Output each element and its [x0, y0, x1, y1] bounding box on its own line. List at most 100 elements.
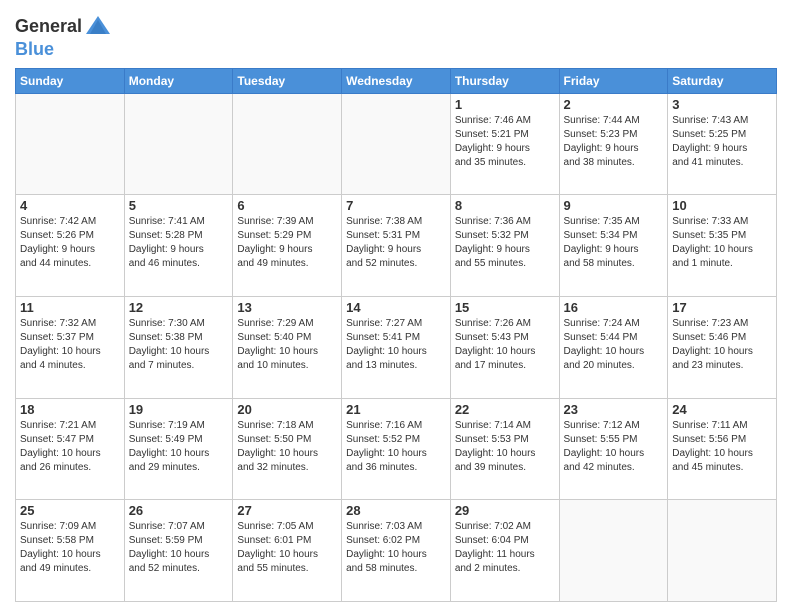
calendar-week-row: 4Sunrise: 7:42 AM Sunset: 5:26 PM Daylig… [16, 195, 777, 297]
calendar-cell: 28Sunrise: 7:03 AM Sunset: 6:02 PM Dayli… [342, 500, 451, 602]
day-info: Sunrise: 7:38 AM Sunset: 5:31 PM Dayligh… [346, 215, 446, 271]
column-header-saturday: Saturday [668, 68, 777, 93]
calendar-cell: 12 Sunrise: 7:30 AM Sunset: 5:38 PM Dayli… [124, 297, 233, 399]
day-info: Sunrise: 7:21 AM Sunset: 5:47 PM Dayligh… [20, 419, 120, 475]
day-info: Sunrise: 7:24 AM Sunset: 5:44 PM Dayligh… [564, 317, 664, 373]
calendar-cell: 2 Sunrise: 7:44 AM Sunset: 5:23 PM Daylig… [559, 93, 668, 195]
day-info: Sunrise: 7:07 AM Sunset: 5:59 PM Dayligh… [129, 520, 229, 576]
day-info: Sunrise: 7:14 AM Sunset: 5:53 PM Dayligh… [455, 419, 555, 475]
column-header-tuesday: Tuesday [233, 68, 342, 93]
day-info: Sunrise: 7:19 AM Sunset: 5:49 PM Dayligh… [129, 419, 229, 475]
calendar-cell [342, 93, 451, 195]
day-number: 17 [672, 300, 772, 315]
day-info: Sunrise: 7:46 AM Sunset: 5:21 PM Dayligh… [455, 114, 555, 170]
day-info: Sunrise: 7:39 AM Sunset: 5:29 PM Dayligh… [237, 215, 337, 271]
day-info: Sunrise: 7:33 AM Sunset: 5:35 PM Dayligh… [672, 215, 772, 271]
calendar-cell [559, 500, 668, 602]
column-header-wednesday: Wednesday [342, 68, 451, 93]
calendar-cell [668, 500, 777, 602]
column-header-friday: Friday [559, 68, 668, 93]
calendar-header-row: SundayMondayTuesdayWednesdayThursdayFrid… [16, 68, 777, 93]
calendar-table: SundayMondayTuesdayWednesdayThursdayFrid… [15, 68, 777, 602]
calendar-cell: 26 Sunrise: 7:07 AM Sunset: 5:59 PM Dayli… [124, 500, 233, 602]
day-info: Sunrise: 7:18 AM Sunset: 5:50 PM Dayligh… [237, 419, 337, 475]
day-number: 19 [129, 402, 229, 417]
day-number: 12 [129, 300, 229, 315]
calendar-week-row: 1 Sunrise: 7:46 AM Sunset: 5:21 PM Daylig… [16, 93, 777, 195]
day-info: Sunrise: 7:11 AM Sunset: 5:56 PM Dayligh… [672, 419, 772, 475]
column-header-monday: Monday [124, 68, 233, 93]
calendar-cell: 13 Sunrise: 7:29 AM Sunset: 5:40 PM Dayli… [233, 297, 342, 399]
calendar-week-row: 18 Sunrise: 7:21 AM Sunset: 5:47 PM Dayli… [16, 398, 777, 500]
day-number: 20 [237, 402, 337, 417]
day-info: Sunrise: 7:02 AM Sunset: 6:04 PM Dayligh… [455, 520, 555, 576]
day-info: Sunrise: 7:36 AM Sunset: 5:32 PM Dayligh… [455, 215, 555, 271]
day-number: 7 [346, 198, 446, 213]
calendar-cell: 14 Sunrise: 7:27 AM Sunset: 5:41 PM Dayli… [342, 297, 451, 399]
day-info: Sunrise: 7:27 AM Sunset: 5:41 PM Dayligh… [346, 317, 446, 373]
calendar-cell: 17 Sunrise: 7:23 AM Sunset: 5:46 PM Dayli… [668, 297, 777, 399]
logo-text: General [15, 17, 82, 37]
calendar-cell: 4Sunrise: 7:42 AM Sunset: 5:26 PM Daylig… [16, 195, 125, 297]
calendar-cell: 23 Sunrise: 7:12 AM Sunset: 5:55 PM Dayli… [559, 398, 668, 500]
day-number: 22 [455, 402, 555, 417]
day-number: 24 [672, 402, 772, 417]
day-number: 28 [346, 503, 446, 518]
calendar-cell: 7 Sunrise: 7:38 AM Sunset: 5:31 PM Daylig… [342, 195, 451, 297]
calendar-cell: 25 Sunrise: 7:09 AM Sunset: 5:58 PM Dayli… [16, 500, 125, 602]
day-number: 21 [346, 402, 446, 417]
calendar-cell: 19 Sunrise: 7:19 AM Sunset: 5:49 PM Dayli… [124, 398, 233, 500]
calendar-cell: 22 Sunrise: 7:14 AM Sunset: 5:53 PM Dayli… [450, 398, 559, 500]
day-number: 18 [20, 402, 120, 417]
day-info: Sunrise: 7:35 AM Sunset: 5:34 PM Dayligh… [564, 215, 664, 271]
day-number: 6 [237, 198, 337, 213]
calendar-cell: 18 Sunrise: 7:21 AM Sunset: 5:47 PM Dayli… [16, 398, 125, 500]
day-info: Sunrise: 7:29 AM Sunset: 5:40 PM Dayligh… [237, 317, 337, 373]
calendar-cell: 11 Sunrise: 7:32 AM Sunset: 5:37 PM Dayli… [16, 297, 125, 399]
day-info: Sunrise: 7:30 AM Sunset: 5:38 PM Dayligh… [129, 317, 229, 373]
day-number: 26 [129, 503, 229, 518]
day-info: Sunrise: 7:09 AM Sunset: 5:58 PM Dayligh… [20, 520, 120, 576]
day-number: 2 [564, 97, 664, 112]
day-number: 8 [455, 198, 555, 213]
day-number: 29 [455, 503, 555, 518]
calendar-cell: 5Sunrise: 7:41 AM Sunset: 5:28 PM Daylig… [124, 195, 233, 297]
day-number: 11 [20, 300, 120, 315]
calendar-cell: 20 Sunrise: 7:18 AM Sunset: 5:50 PM Dayli… [233, 398, 342, 500]
calendar-cell: 8 Sunrise: 7:36 AM Sunset: 5:32 PM Daylig… [450, 195, 559, 297]
day-info: Sunrise: 7:43 AM Sunset: 5:25 PM Dayligh… [672, 114, 772, 170]
calendar-cell: 21 Sunrise: 7:16 AM Sunset: 5:52 PM Dayli… [342, 398, 451, 500]
day-number: 10 [672, 198, 772, 213]
header: General Blue [15, 10, 777, 60]
calendar-cell: 15 Sunrise: 7:26 AM Sunset: 5:43 PM Dayli… [450, 297, 559, 399]
calendar-cell: 9 Sunrise: 7:35 AM Sunset: 5:34 PM Daylig… [559, 195, 668, 297]
day-number: 9 [564, 198, 664, 213]
day-info: Sunrise: 7:26 AM Sunset: 5:43 PM Dayligh… [455, 317, 555, 373]
day-number: 14 [346, 300, 446, 315]
logo-icon [84, 12, 112, 40]
calendar-cell: 3Sunrise: 7:43 AM Sunset: 5:25 PM Daylig… [668, 93, 777, 195]
column-header-thursday: Thursday [450, 68, 559, 93]
day-info: Sunrise: 7:42 AM Sunset: 5:26 PM Dayligh… [20, 215, 120, 271]
day-number: 15 [455, 300, 555, 315]
calendar-cell: 24 Sunrise: 7:11 AM Sunset: 5:56 PM Dayli… [668, 398, 777, 500]
day-info: Sunrise: 7:23 AM Sunset: 5:46 PM Dayligh… [672, 317, 772, 373]
day-info: Sunrise: 7:12 AM Sunset: 5:55 PM Dayligh… [564, 419, 664, 475]
day-info: Sunrise: 7:44 AM Sunset: 5:23 PM Dayligh… [564, 114, 664, 170]
day-info: Sunrise: 7:32 AM Sunset: 5:37 PM Dayligh… [20, 317, 120, 373]
day-number: 13 [237, 300, 337, 315]
day-number: 1 [455, 97, 555, 112]
column-header-sunday: Sunday [16, 68, 125, 93]
calendar-cell: 10 Sunrise: 7:33 AM Sunset: 5:35 PM Dayli… [668, 195, 777, 297]
calendar-week-row: 11 Sunrise: 7:32 AM Sunset: 5:37 PM Dayli… [16, 297, 777, 399]
day-number: 23 [564, 402, 664, 417]
calendar-week-row: 25 Sunrise: 7:09 AM Sunset: 5:58 PM Dayli… [16, 500, 777, 602]
calendar-cell [16, 93, 125, 195]
day-info: Sunrise: 7:16 AM Sunset: 5:52 PM Dayligh… [346, 419, 446, 475]
day-info: Sunrise: 7:05 AM Sunset: 6:01 PM Dayligh… [237, 520, 337, 576]
logo: General Blue [15, 14, 112, 60]
calendar-cell: 6 Sunrise: 7:39 AM Sunset: 5:29 PM Daylig… [233, 195, 342, 297]
calendar-cell: 29 Sunrise: 7:02 AM Sunset: 6:04 PM Dayli… [450, 500, 559, 602]
day-number: 25 [20, 503, 120, 518]
calendar-cell [124, 93, 233, 195]
